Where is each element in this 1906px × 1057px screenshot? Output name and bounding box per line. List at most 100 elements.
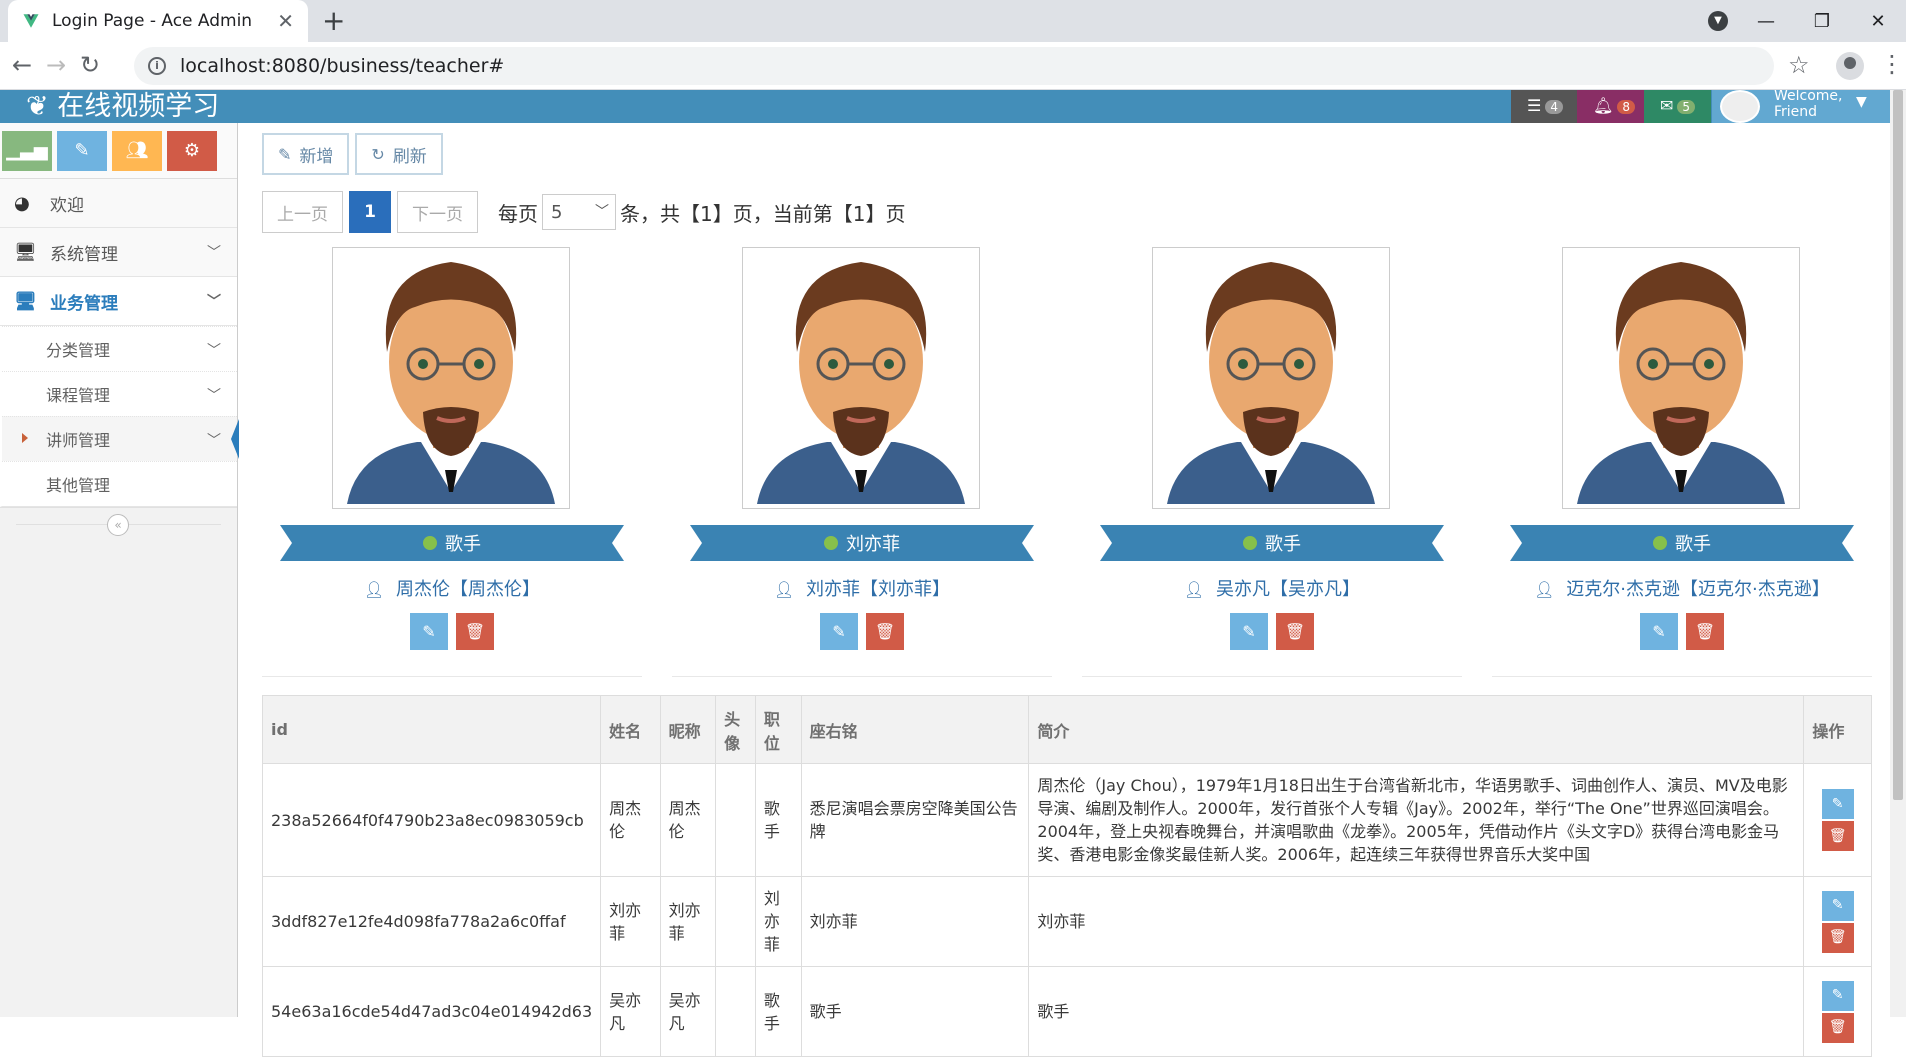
column-header-motto[interactable]: 座右铭: [800, 695, 1030, 764]
user-avatar: [1720, 90, 1760, 123]
cell-position: 歌手: [754, 763, 802, 877]
close-tab-icon[interactable]: ✕: [277, 9, 294, 33]
media-icon[interactable]: ▼: [1708, 11, 1728, 31]
browser-tab[interactable]: Login Page - Ace Admin ✕: [8, 0, 308, 42]
card-actions: ✎ 🗑︎: [262, 613, 642, 650]
add-button[interactable]: ✎ 新增: [262, 133, 350, 175]
teacher-photo: [1152, 247, 1390, 509]
delete-teacher-button[interactable]: 🗑︎: [1686, 613, 1724, 650]
collapse-sidebar-icon[interactable]: «: [107, 514, 129, 536]
pencil-icon: ✎: [1242, 622, 1256, 641]
account-icon[interactable]: [1836, 52, 1864, 80]
messages-badge: 5: [1677, 100, 1696, 114]
business-submenu: 分类管理 ﹀ 课程管理 ﹀ 讲师管理 ﹀ 其他管理: [0, 326, 239, 507]
delete-row-button[interactable]: 🗑︎: [1821, 1012, 1854, 1043]
minimize-icon[interactable]: —: [1738, 11, 1794, 32]
close-window-icon[interactable]: ✕: [1850, 11, 1906, 32]
edit-teacher-button[interactable]: ✎: [820, 613, 858, 650]
sidebar-item-course[interactable]: 课程管理 ﹀: [2, 371, 237, 416]
signal-shortcut-button[interactable]: ▁▃▅: [2, 130, 52, 171]
info-icon[interactable]: i: [148, 57, 166, 75]
scrollbar-thumb[interactable]: [1893, 90, 1903, 800]
desktop-icon: 🖥︎: [14, 290, 37, 312]
teacher-avatar-image: [1157, 252, 1385, 504]
brand-title: 在线视频学习: [57, 91, 220, 122]
column-header-id[interactable]: id: [261, 695, 602, 764]
cell-nickname: 吴亦凡: [659, 966, 717, 1057]
current-page-button[interactable]: 1: [349, 191, 391, 233]
sidebar-item-system[interactable]: 🖥︎ 系统管理 ﹀: [0, 228, 237, 277]
teacher-avatar-image: [337, 252, 565, 504]
teacher-name: 吴亦凡【吴亦凡】: [1216, 579, 1361, 600]
teacher-position-ribbon: 刘亦菲: [690, 525, 1034, 561]
reload-icon[interactable]: ↻: [80, 51, 100, 79]
teacher-name-link[interactable]: 👤︎ 周杰伦【周杰伦】: [262, 575, 642, 601]
delete-teacher-button[interactable]: 🗑︎: [456, 613, 494, 650]
add-button-label: 新增: [299, 146, 334, 167]
page-size-select[interactable]: 5 ﹀: [542, 194, 616, 230]
pencil-icon: ✎: [1652, 622, 1666, 641]
sidebar-item-teacher[interactable]: 讲师管理 ﹀: [2, 416, 239, 461]
user-menu[interactable]: Welcome, Friend ▼: [1712, 90, 1890, 123]
cell-id: 3ddf827e12fe4d098fa778a2a6c0ffaf: [261, 876, 602, 967]
edit-row-button[interactable]: ✎: [1821, 890, 1854, 921]
teacher-name-link[interactable]: 👤︎ 迈克尔·杰克逊【迈克尔·杰克逊】: [1492, 575, 1872, 601]
restore-icon[interactable]: ❐: [1794, 11, 1850, 32]
page-scrollbar[interactable]: [1890, 90, 1906, 1017]
column-header-avatar[interactable]: 头像: [715, 695, 756, 764]
teacher-name-link[interactable]: 👤︎ 刘亦菲【刘亦菲】: [672, 575, 1052, 601]
teacher-position: 刘亦菲: [846, 534, 900, 555]
delete-row-button[interactable]: 🗑︎: [1821, 821, 1854, 851]
delete-teacher-button[interactable]: 🗑︎: [1276, 613, 1314, 650]
sidebar-item-other[interactable]: 其他管理: [2, 461, 237, 506]
forward-icon[interactable]: →: [46, 51, 66, 79]
card-actions: ✎ 🗑︎: [672, 613, 1052, 650]
edit-row-button[interactable]: ✎: [1821, 980, 1854, 1011]
back-icon[interactable]: ←: [12, 51, 32, 79]
delete-row-button[interactable]: 🗑︎: [1821, 922, 1854, 953]
sidebar-item-welcome[interactable]: ◕ 欢迎: [0, 179, 237, 228]
tasks-dropdown[interactable]: ☰ 4: [1511, 90, 1577, 123]
sidebar-item-business[interactable]: 🖥︎ 业务管理 ﹀: [0, 277, 237, 326]
teacher-photo: [742, 247, 980, 509]
cogs-shortcut-button[interactable]: ⚙: [167, 130, 217, 171]
caret-right-icon: [22, 433, 28, 443]
new-tab-icon[interactable]: +: [322, 4, 345, 37]
cell-intro: 周杰伦（Jay Chou），1979年1月18日出生于台湾省新北市，华语男歌手、…: [1028, 763, 1805, 877]
teacher-card: 歌手 👤︎ 周杰伦【周杰伦】 ✎ 🗑︎: [262, 247, 642, 677]
prev-page-button[interactable]: 上一页: [262, 191, 343, 233]
column-header-nickname[interactable]: 昵称: [659, 695, 717, 764]
teacher-position: 歌手: [1675, 534, 1711, 555]
edit-row-button[interactable]: ✎: [1821, 789, 1854, 819]
column-header-intro[interactable]: 简介: [1028, 695, 1805, 764]
bookmark-star-icon[interactable]: ☆: [1788, 51, 1810, 79]
teacher-avatar-image: [1567, 252, 1795, 504]
browser-menu-icon[interactable]: ⋮: [1880, 50, 1904, 78]
caret-down-icon: ▼: [1856, 94, 1867, 110]
pencil-shortcut-button[interactable]: ✎: [57, 130, 107, 171]
user-icon: 👤︎: [1183, 580, 1205, 599]
column-header-name[interactable]: 姓名: [600, 695, 661, 764]
edit-teacher-button[interactable]: ✎: [1640, 613, 1678, 650]
teacher-name: 周杰伦【周杰伦】: [396, 579, 541, 600]
sidebar-collapse: «: [0, 507, 237, 539]
refresh-icon: ↻: [371, 144, 385, 164]
next-page-button[interactable]: 下一页: [397, 191, 478, 233]
edit-teacher-button[interactable]: ✎: [410, 613, 448, 650]
table-header-row: id 姓名 昵称 头像 职位 座右铭 简介 操作: [261, 695, 1872, 764]
pencil-icon: ✎: [422, 622, 436, 641]
url-field[interactable]: i localhost:8080/business/teacher#: [134, 47, 1774, 85]
teacher-name-link[interactable]: 👤︎ 吴亦凡【吴亦凡】: [1082, 575, 1462, 601]
users-shortcut-button[interactable]: 👥︎: [112, 130, 162, 171]
cell-nickname: 周杰伦: [659, 763, 717, 877]
edit-teacher-button[interactable]: ✎: [1230, 613, 1268, 650]
brand[interactable]: ❦ 在线视频学习: [26, 90, 219, 123]
cell-id: 238a52664f0f4790b23a8ec0983059cb: [261, 763, 602, 877]
column-header-position[interactable]: 职位: [754, 695, 802, 764]
refresh-button[interactable]: ↻ 刷新: [355, 133, 443, 175]
sidebar-item-category[interactable]: 分类管理 ﹀: [2, 326, 237, 371]
delete-teacher-button[interactable]: 🗑︎: [866, 613, 904, 650]
notifications-dropdown[interactable]: 🔔︎ 8: [1577, 90, 1644, 123]
messages-dropdown[interactable]: ✉ 5: [1644, 90, 1711, 123]
teacher-card: 刘亦菲 👤︎ 刘亦菲【刘亦菲】 ✎ 🗑︎: [672, 247, 1052, 677]
